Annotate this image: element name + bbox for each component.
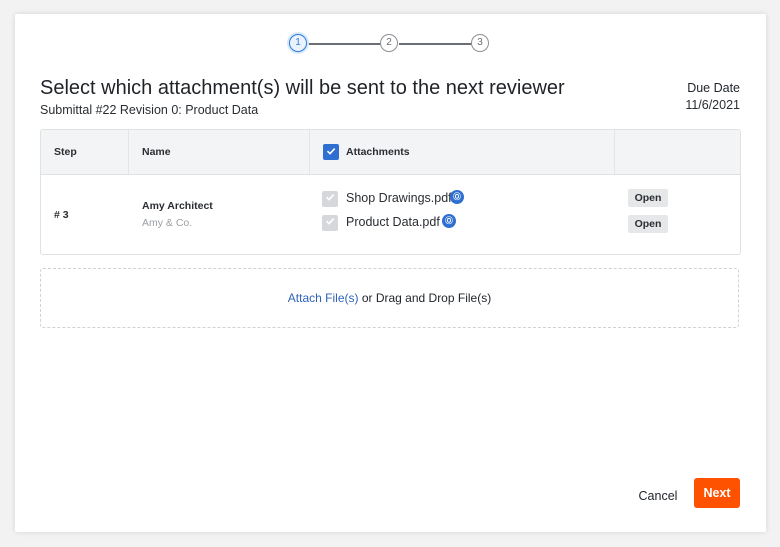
select-all-checkbox[interactable] bbox=[323, 144, 339, 160]
column-divider bbox=[309, 130, 310, 174]
due-date-value: 11/6/2021 bbox=[685, 98, 740, 112]
checkmark-icon bbox=[325, 218, 335, 225]
progress-stepper: 1 2 3 bbox=[289, 34, 491, 54]
cancel-button[interactable]: Cancel bbox=[630, 483, 686, 509]
reviewer-company: Amy & Co. bbox=[142, 217, 193, 229]
open-attachment-button[interactable]: Open bbox=[628, 215, 668, 233]
step-3-indicator: 3 bbox=[471, 34, 489, 52]
reviewer-name: Amy Architect bbox=[142, 200, 213, 212]
ocr-icon: Ⓞ bbox=[450, 190, 464, 204]
attach-files-link[interactable]: Attach File(s) bbox=[288, 291, 359, 305]
column-divider bbox=[614, 130, 615, 174]
stepper-connector bbox=[308, 43, 381, 45]
checkmark-icon bbox=[325, 194, 335, 201]
attachment-checkbox[interactable] bbox=[322, 191, 338, 207]
table-header: Step Name Attachments bbox=[41, 130, 740, 175]
column-header-name: Name bbox=[142, 146, 171, 158]
due-date-label: Due Date bbox=[687, 81, 740, 95]
column-header-step: Step bbox=[54, 146, 77, 158]
attachment-filename: Product Data.pdf bbox=[346, 215, 440, 229]
dropzone-text: Attach File(s) or Drag and Drop File(s) bbox=[41, 269, 738, 327]
drag-drop-hint: or Drag and Drop File(s) bbox=[358, 291, 492, 305]
step-1-indicator: 1 bbox=[289, 34, 307, 52]
step-number: # 3 bbox=[54, 209, 69, 221]
dialog-title: Select which attachment(s) will be sent … bbox=[40, 77, 565, 99]
attachments-dialog: 1 2 3 Select which attachment(s) will be… bbox=[15, 14, 766, 532]
column-divider bbox=[128, 130, 129, 174]
ocr-icon: Ⓞ bbox=[442, 214, 456, 228]
submittal-subtitle: Submittal #22 Revision 0: Product Data bbox=[40, 103, 259, 117]
step-2-indicator: 2 bbox=[380, 34, 398, 52]
attachment-filename: Shop Drawings.pdf bbox=[346, 191, 452, 205]
next-button[interactable]: Next bbox=[694, 478, 740, 508]
file-dropzone[interactable]: Attach File(s) or Drag and Drop File(s) bbox=[40, 268, 739, 328]
attachment-checkbox[interactable] bbox=[322, 215, 338, 231]
column-header-attachments: Attachments bbox=[346, 146, 410, 158]
stepper-connector bbox=[399, 43, 472, 45]
reviewer-attachments-table: Step Name Attachments # 3 Amy Architect … bbox=[40, 129, 741, 255]
open-attachment-button[interactable]: Open bbox=[628, 189, 668, 207]
checkmark-icon bbox=[326, 148, 336, 155]
